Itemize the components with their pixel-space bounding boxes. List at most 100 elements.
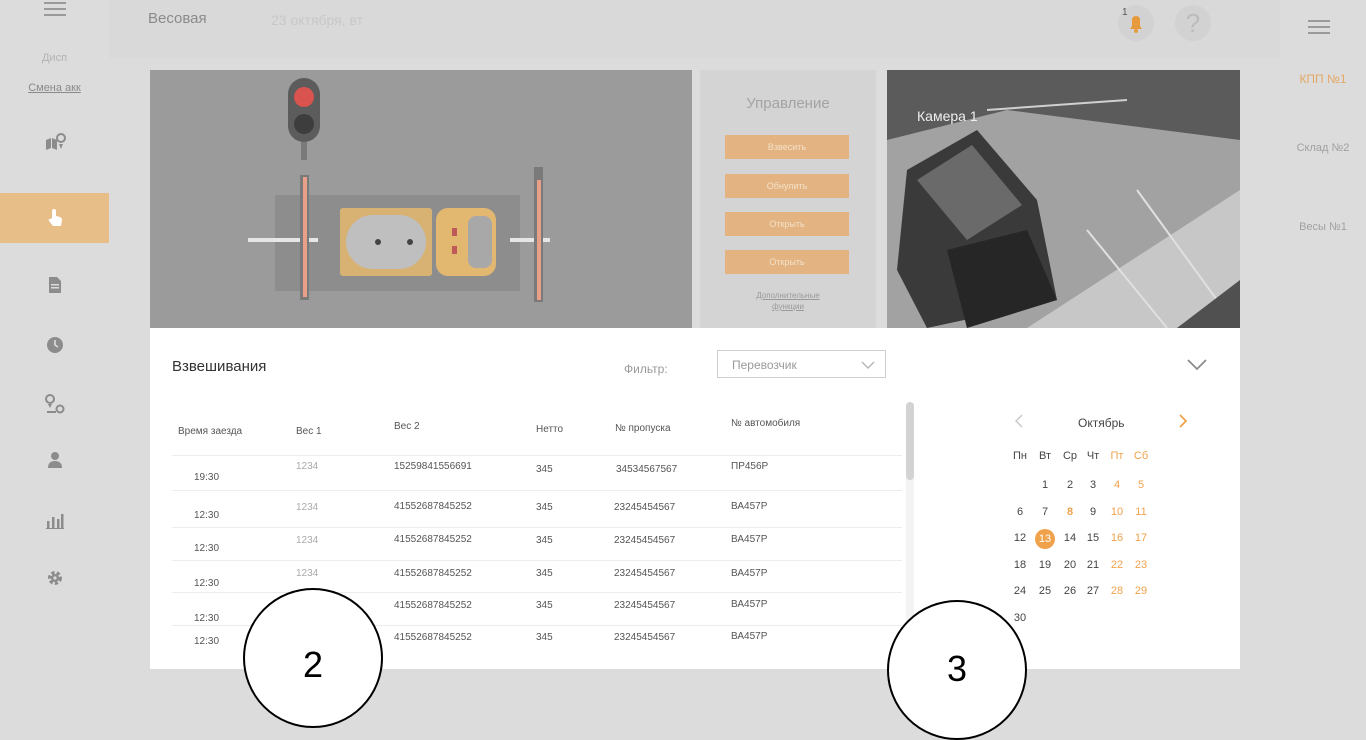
cell-net: 345 — [536, 568, 553, 579]
scrollbar-thumb[interactable] — [906, 402, 914, 480]
help-button[interactable]: ? — [1175, 5, 1211, 41]
calendar-day[interactable]: 3 — [1084, 479, 1102, 491]
cell-arrival-time: 19:30 — [194, 472, 220, 483]
calendar-day[interactable]: 5 — [1132, 479, 1150, 491]
calendar-day[interactable]: 14 — [1061, 532, 1079, 544]
camera-panel[interactable]: Камера 1 — [887, 70, 1240, 328]
calendar-day[interactable]: 9 — [1084, 506, 1102, 518]
notification-count: 1 — [1122, 7, 1128, 18]
calendar-day[interactable]: 12 — [1011, 532, 1029, 544]
cell-arrival-time: 12:30 — [194, 578, 220, 589]
cell-net: 345 — [536, 464, 553, 475]
calendar-day[interactable]: 16 — [1108, 532, 1126, 544]
calendar-day[interactable]: 26 — [1061, 585, 1079, 597]
cell-weight1: 1234 — [296, 568, 319, 579]
calendar-day[interactable]: 19 — [1036, 559, 1054, 571]
calendar-prev-icon[interactable] — [1014, 414, 1024, 433]
calendar-day[interactable]: 20 — [1061, 559, 1079, 571]
calendar-day[interactable]: 30 — [1011, 612, 1029, 624]
truck-scale-illustration — [248, 78, 550, 302]
calendar-day[interactable]: 23 — [1132, 559, 1150, 571]
open-button-2[interactable]: Открыть — [725, 250, 849, 274]
carrier-filter-select[interactable]: Перевозчик — [717, 350, 886, 378]
calendar-day[interactable]: 21 — [1084, 559, 1102, 571]
calendar-day[interactable]: 11 — [1132, 506, 1150, 518]
cell-weight2: 41552687845252 — [394, 534, 472, 545]
chevron-down-icon — [861, 357, 875, 375]
weekday-sat: Сб — [1133, 450, 1149, 462]
row-separator — [172, 592, 902, 593]
weekday-thu: Чт — [1086, 450, 1100, 462]
calendar-day[interactable]: 17 — [1132, 532, 1150, 544]
calendar-day[interactable]: 27 — [1084, 585, 1102, 597]
calendar-day[interactable]: 22 — [1108, 559, 1126, 571]
calendar-day[interactable]: 2 — [1061, 479, 1079, 491]
more-functions-link[interactable]: Дополнительные функции — [740, 290, 836, 312]
cell-weight1: 1234 — [296, 502, 319, 513]
cell-vehicle-number: ВА457Р — [731, 631, 768, 642]
cell-vehicle-number: ВА457Р — [731, 568, 768, 579]
cell-net: 345 — [536, 632, 553, 643]
column-header-arrival-time: Время заезда — [178, 426, 243, 437]
right-sidebar: КПП №1 Склад №2 Весы №1 — [1280, 0, 1366, 669]
route-icon[interactable] — [0, 384, 109, 424]
cell-net: 345 — [536, 600, 553, 611]
calendar-day-selected[interactable]: 13 — [1035, 529, 1055, 549]
calendar-day[interactable]: 6 — [1011, 506, 1029, 518]
document-icon[interactable] — [0, 265, 109, 305]
user-icon[interactable] — [0, 440, 109, 480]
calendar-day[interactable]: 29 — [1132, 585, 1150, 597]
calendar-day[interactable]: 28 — [1108, 585, 1126, 597]
cell-vehicle-number: ПР456Р — [731, 461, 769, 472]
cell-net: 345 — [536, 535, 553, 546]
calendar-day[interactable]: 7 — [1036, 506, 1054, 518]
cell-arrival-time: 12:30 — [194, 613, 220, 624]
cell-arrival-time: 12:30 — [194, 636, 220, 647]
chart-icon[interactable] — [0, 500, 109, 540]
gear-icon[interactable] — [0, 558, 109, 598]
calendar-day[interactable]: 24 — [1011, 585, 1029, 597]
calendar-day-highlight[interactable]: 8 — [1061, 506, 1079, 518]
cell-arrival-time: 12:30 — [194, 510, 220, 521]
hamburger-menu-icon[interactable] — [1308, 20, 1330, 34]
annotation-number-2: 2 — [302, 644, 324, 685]
reset-button[interactable]: Обнулить — [725, 174, 849, 198]
calendar-day[interactable]: 1 — [1036, 479, 1054, 491]
cell-vehicle-number: ВА457Р — [731, 534, 768, 545]
map-icon[interactable] — [0, 122, 109, 162]
cell-net: 345 — [536, 502, 553, 513]
column-header-weight2: Вес 2 — [394, 421, 420, 432]
cell-pass-number: 23245454567 — [614, 600, 676, 611]
hand-icon[interactable] — [0, 193, 109, 243]
control-panel: Управление Взвесить Обнулить Открыть Отк… — [700, 70, 876, 328]
calendar-day[interactable]: 10 — [1108, 506, 1126, 518]
row-separator — [172, 527, 902, 528]
cell-pass-number: 34534567567 — [616, 464, 678, 475]
hamburger-menu-icon[interactable] — [44, 2, 66, 16]
camera-label: Камера 1 — [917, 108, 978, 124]
user-role: Дисп — [41, 52, 68, 64]
open-button[interactable]: Открыть — [725, 212, 849, 236]
cell-vehicle-number: ВА457Р — [731, 599, 768, 610]
cell-weight2: 41552687845252 — [394, 501, 472, 512]
weekday-fri: Пт — [1110, 450, 1124, 462]
cell-pass-number: 23245454567 — [614, 502, 676, 513]
row-separator — [172, 560, 902, 561]
calendar-day[interactable]: 4 — [1108, 479, 1126, 491]
weigh-button[interactable]: Взвесить — [725, 135, 849, 159]
site-item-kpp1[interactable]: КПП №1 — [1294, 72, 1352, 86]
row-separator — [172, 455, 902, 456]
calendar-day[interactable]: 18 — [1011, 559, 1029, 571]
cell-pass-number: 23245454567 — [614, 535, 676, 546]
site-item-scales1[interactable]: Весы №1 — [1280, 220, 1366, 234]
collapse-chevron-icon[interactable] — [1186, 358, 1208, 377]
header: Весовая 23 октября, вт 1 ? — [109, 0, 1280, 58]
switch-account-link[interactable]: Смена акк — [0, 82, 109, 94]
calendar-day[interactable]: 25 — [1036, 585, 1054, 597]
weighings-title: Взвешивания — [172, 358, 267, 375]
calendar-next-icon[interactable] — [1178, 414, 1188, 433]
calendar-day[interactable]: 15 — [1084, 532, 1102, 544]
clock-icon[interactable] — [0, 325, 109, 365]
scale-scheme-panel — [150, 70, 692, 328]
site-item-warehouse2[interactable]: Склад №2 — [1294, 141, 1352, 155]
